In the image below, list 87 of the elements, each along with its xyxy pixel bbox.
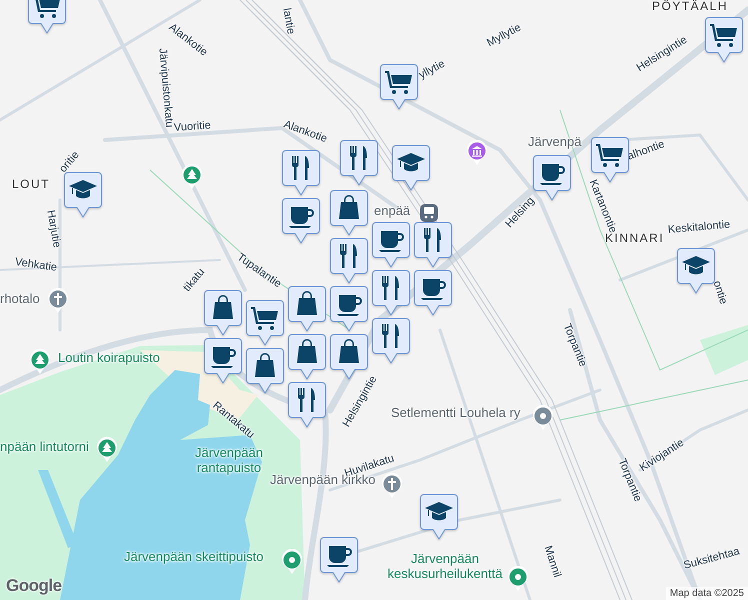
place-label: Setlementti Louhela ry [391, 406, 520, 421]
place-label: Järvenpään kirkko [270, 473, 376, 488]
park-label: Loutin koirapuisto [58, 351, 160, 366]
fork-knife-icon [382, 324, 399, 348]
location-pin-icon[interactable] [281, 549, 303, 575]
shopping-bag-icon [339, 195, 359, 219]
fork-knife-icon [350, 146, 367, 170]
map-marker[interactable] [414, 270, 452, 316]
street-label: Vuoritie [174, 119, 212, 135]
shopping-bag-icon [213, 295, 233, 319]
shopping-cart-icon [710, 24, 737, 47]
fork-knife-icon [298, 388, 315, 412]
map-marker[interactable] [282, 198, 320, 244]
map-marker[interactable] [288, 334, 326, 380]
map-marker[interactable] [677, 248, 715, 294]
map-marker[interactable] [288, 286, 326, 332]
map-marker[interactable] [246, 300, 284, 346]
park-label: Järvenpään keskusurheilukenttä [386, 552, 504, 582]
street-label: Keskitalontie [667, 218, 731, 237]
map-marker[interactable] [288, 382, 326, 428]
map-marker[interactable] [246, 348, 284, 394]
map-marker[interactable] [320, 537, 358, 583]
shopping-bag-icon [297, 291, 317, 315]
shopping-bag-icon [297, 339, 317, 363]
map-marker[interactable] [330, 238, 368, 284]
graduation-cap-icon [397, 153, 425, 172]
tree-pin-icon[interactable] [181, 164, 203, 190]
district-label: LOUT [12, 178, 50, 192]
park-area [700, 325, 748, 375]
shopping-cart-icon [385, 71, 412, 94]
tree-pin-icon[interactable] [29, 349, 51, 375]
park-label: Järvenpään rantapuisto [194, 446, 264, 476]
district-label: KINNARI [605, 232, 664, 246]
map-marker[interactable] [330, 190, 368, 236]
map-marker[interactable] [380, 64, 418, 110]
google-logo[interactable]: Google [6, 576, 62, 596]
map-marker[interactable] [204, 290, 242, 336]
shopping-cart-icon [33, 0, 60, 18]
coffee-cup-icon [421, 279, 446, 300]
coffee-cup-icon [327, 546, 352, 567]
tree-pin-icon[interactable] [96, 437, 118, 463]
fork-knife-icon [424, 228, 441, 252]
location-pin-icon[interactable] [532, 405, 554, 431]
map-data-attribution: Map data ©2025 [666, 587, 748, 600]
map-marker[interactable] [420, 494, 458, 540]
map-marker[interactable] [340, 140, 378, 186]
map-marker[interactable] [705, 17, 743, 63]
museum-pin-icon[interactable] [466, 140, 488, 166]
map-marker[interactable] [28, 0, 66, 34]
coffee-cup-icon [211, 347, 236, 368]
map-marker[interactable] [204, 338, 242, 384]
coffee-cup-icon [540, 164, 565, 185]
fork-knife-icon [292, 156, 309, 180]
map-marker[interactable] [414, 222, 452, 268]
coffee-cup-icon [337, 295, 362, 316]
street-label: ontie [710, 279, 730, 306]
shopping-bag-icon [339, 339, 359, 363]
map-marker[interactable] [330, 286, 368, 332]
map-marker[interactable] [282, 150, 320, 196]
coffee-cup-icon [379, 231, 404, 252]
map-marker[interactable] [64, 172, 102, 218]
cross-pin-icon[interactable] [47, 288, 69, 314]
street-label: alhontie [626, 138, 666, 164]
place-label: rhotalo [0, 292, 40, 307]
graduation-cap-icon [69, 180, 97, 198]
map-marker[interactable] [533, 155, 571, 201]
park-label: npään lintutorni [0, 440, 89, 455]
park-label: Järvenpään skeittipuisto [124, 550, 264, 565]
shopping-cart-icon [251, 307, 278, 330]
coffee-cup-icon [289, 207, 314, 228]
street-label: lantie [280, 7, 297, 36]
shopping-bag-icon [255, 353, 275, 377]
location-pin-icon[interactable] [507, 566, 529, 592]
place-label: enpää [374, 204, 410, 219]
street-label: Mannil [541, 544, 564, 580]
graduation-cap-icon [682, 256, 710, 274]
map-marker[interactable] [372, 222, 410, 268]
street-label: Harjutie [44, 209, 63, 249]
district-label: PÖYTÄALH [652, 0, 728, 14]
map-marker[interactable] [372, 318, 410, 364]
map-marker[interactable] [392, 145, 430, 191]
map-marker[interactable] [372, 270, 410, 316]
shopping-cart-icon [596, 144, 623, 167]
graduation-cap-icon [425, 502, 453, 520]
street-label: Vehkatie [14, 256, 58, 274]
fork-knife-icon [382, 276, 399, 300]
fork-knife-icon [340, 244, 357, 268]
